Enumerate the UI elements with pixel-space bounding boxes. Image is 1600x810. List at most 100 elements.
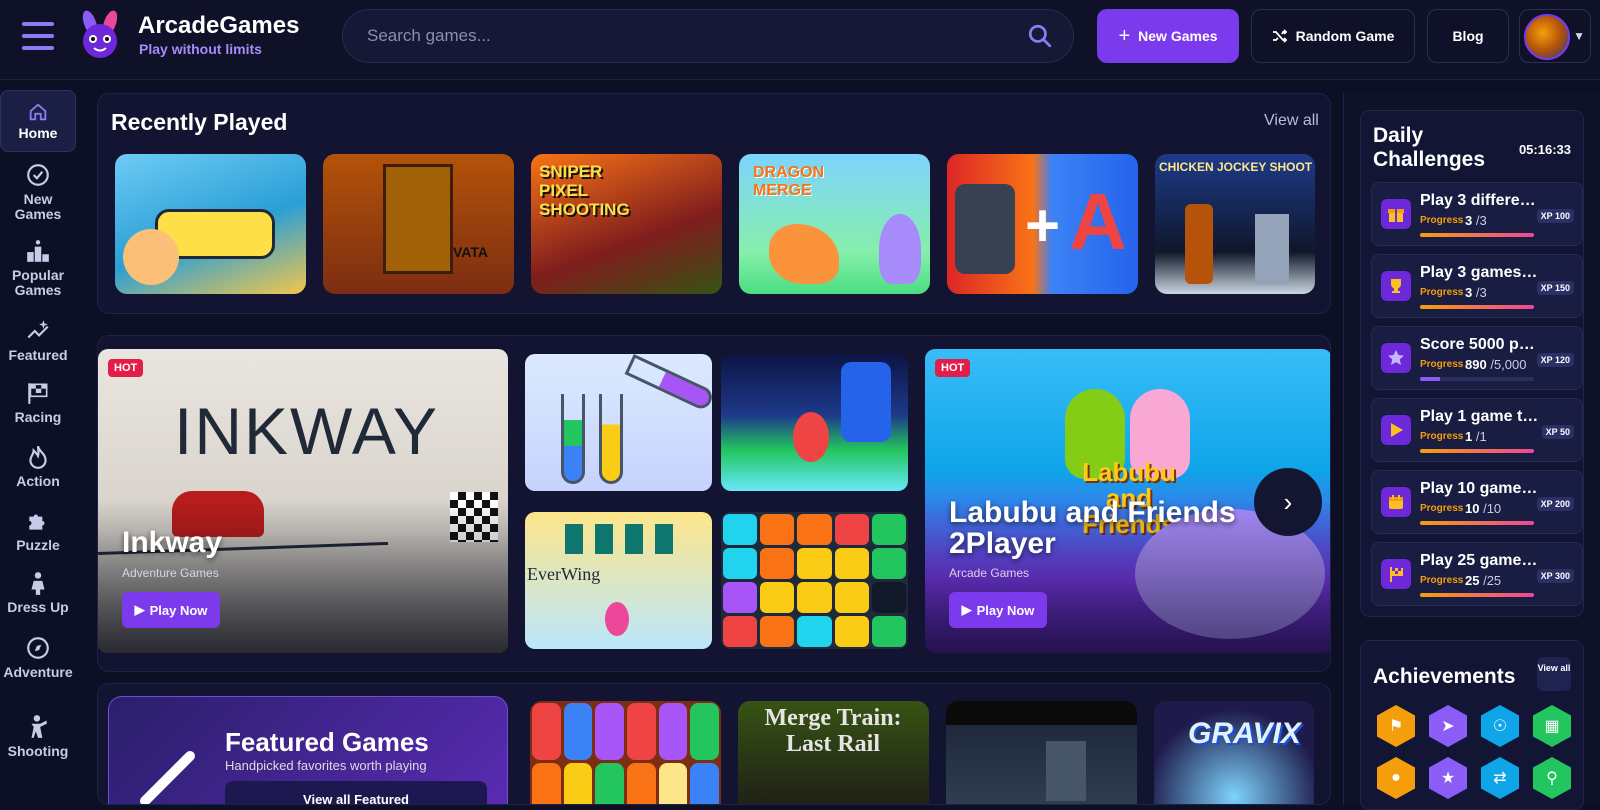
puzzle-icon (29, 514, 45, 530)
play-now-label: Play Now (149, 602, 208, 618)
game-thumbnail[interactable]: CHICKEN JOCKEY SHOOT TUNG TUNG SAHU (1155, 154, 1315, 294)
sidebar-item-new-games[interactable]: New Games (0, 162, 76, 222)
daily-challenges-title: Daily Challenges (1373, 124, 1486, 171)
carousel-next-button[interactable]: › (1254, 468, 1322, 536)
dragon-art (879, 214, 921, 284)
game-thumbnail[interactable] (115, 154, 306, 294)
thumbnail-text: CHICKEN JOCKEY SHOOT TUNG TUNG SAHU (1159, 160, 1315, 174)
search-icon[interactable] (1027, 23, 1053, 49)
achievement-badge[interactable]: ☉ (1481, 705, 1519, 747)
home-icon (29, 103, 47, 121)
character-art (1255, 214, 1289, 284)
sidebar-item-popular-games[interactable]: Popular Games (0, 238, 76, 298)
achievement-badge[interactable]: ⚲ (1533, 757, 1571, 799)
user-avatar-menu[interactable]: ▼ (1519, 9, 1591, 63)
search-input[interactable] (367, 10, 1007, 62)
challenge-progress-value: 25 /25 (1465, 573, 1501, 588)
achievement-badge[interactable]: ⇄ (1481, 757, 1519, 799)
game-thumbnail[interactable] (721, 512, 908, 649)
game-thumbnail[interactable] (530, 701, 721, 804)
game-thumbnail[interactable]: GRAVIX (1154, 701, 1314, 804)
daily-challenges-timer: 05:16:33 (1518, 142, 1571, 157)
game-thumbnail[interactable]: SNIPER PIXEL SHOOTING (531, 154, 722, 294)
hamburger-menu-icon[interactable] (22, 22, 54, 50)
challenge-item[interactable]: Play 1 game today Progress 1 /1 XP 50 (1371, 398, 1583, 462)
hero-game-category: Arcade Games (949, 566, 1030, 580)
achievement-badge[interactable]: ▦ (1533, 705, 1571, 747)
star-icon (1381, 343, 1411, 373)
game-thumbnail[interactable]: + A (947, 154, 1138, 294)
view-all-featured-button[interactable]: View all Featured (225, 781, 487, 804)
new-games-button[interactable]: + New Games (1097, 9, 1239, 63)
challenge-current: 25 (1465, 573, 1480, 588)
sidebar-label-popular-games: Popular Games (11, 267, 65, 298)
game-thumbnail[interactable]: VATA (323, 154, 514, 294)
game-thumbnail[interactable] (721, 354, 908, 491)
pouring-tube-art (624, 354, 712, 412)
random-game-button[interactable]: Random Game (1251, 9, 1415, 63)
compass-icon (27, 637, 49, 659)
sidebar-item-shooting[interactable]: Shooting (0, 714, 76, 759)
sidebar-item-featured[interactable]: Featured (0, 318, 76, 363)
thumbnail-text: VATA (453, 244, 488, 260)
challenge-total: /25 (1483, 573, 1502, 588)
game-thumbnail[interactable] (946, 701, 1137, 804)
challenge-item[interactable]: Play 3 games in a category Progress 3 /3… (1371, 254, 1583, 318)
game-thumbnail[interactable]: DRAGON MERGE (739, 154, 930, 294)
recently-played-view-all-link[interactable]: View all (1264, 112, 1319, 130)
challenge-title: Play 3 different games (1420, 192, 1540, 209)
play-now-button[interactable]: ▶ Play Now (122, 592, 220, 628)
game-thumbnail[interactable] (525, 354, 712, 491)
challenge-item[interactable]: Score 5000 points Progress 890 /5,000 XP… (1371, 326, 1583, 390)
sidebar-item-racing[interactable]: Racing (0, 380, 76, 425)
featured-section: Featured Games Handpicked favorites wort… (97, 683, 1331, 805)
thumbnail-text: GRAVIX (1188, 717, 1301, 750)
search-bar (342, 9, 1074, 63)
shooter-icon (31, 715, 47, 738)
avatar (1524, 14, 1570, 60)
recently-played-list: VATA SNIPER PIXEL SHOOTING DRAGON MERGE … (115, 154, 1315, 294)
challenge-item[interactable]: Play 10 games today Progress 10 /10 XP 2… (1371, 470, 1583, 534)
achievements-title: Achievements (1373, 665, 1516, 688)
daily-challenges-panel: Daily Challenges 05:16:33 Play 3 differe… (1360, 110, 1584, 617)
top-header: ArcadeGames Play without limits + New Ga… (0, 0, 1600, 80)
sidebar-item-puzzle[interactable]: Puzzle (0, 508, 76, 553)
achievements-view-all-button[interactable]: View all (1537, 657, 1571, 691)
thumbnail-text: Merge Train: Last Rail (764, 705, 902, 757)
sidebar-item-dress-up[interactable]: Dress Up (0, 570, 76, 615)
achievement-badge[interactable]: ★ (1429, 757, 1467, 799)
new-games-label: New Games (1138, 28, 1218, 44)
tube-art (599, 394, 623, 484)
sidebar-label-action: Action (16, 473, 60, 489)
sidebar-item-home[interactable]: Home (0, 90, 76, 152)
gamepad-icon: ● (1391, 769, 1401, 786)
achievement-badge[interactable]: ➤ (1429, 705, 1467, 747)
play-icon: ▶ (134, 602, 145, 617)
play-now-button[interactable]: ▶ Play Now (949, 592, 1047, 628)
game-thumbnail[interactable]: Merge Train: Last Rail (738, 701, 929, 804)
blue-monster-art (841, 362, 891, 442)
bunny-logo-icon[interactable] (72, 9, 128, 61)
challenge-item[interactable]: Play 3 different games Progress 3 /3 XP … (1371, 182, 1583, 246)
checkered-flag-icon (28, 383, 48, 404)
sidebar-item-action[interactable]: Action (0, 444, 76, 489)
thumbnail-text: EverWing (527, 564, 601, 584)
achievement-badge[interactable]: ● (1377, 757, 1415, 799)
challenge-current: 10 (1465, 501, 1480, 516)
hero-card-inkway[interactable]: HOT INKWAY Inkway Adventure Games ▶ Play … (98, 349, 508, 653)
challenge-progress-value: 890 /5,000 (1465, 357, 1526, 372)
inkway-art-title: INKWAY (174, 394, 440, 468)
challenge-item[interactable]: Play 25 games this week Progress 25 /25 … (1371, 542, 1583, 606)
challenge-progress-label: Progress (1420, 431, 1464, 442)
sidebar-item-adventure[interactable]: Adventure (0, 635, 76, 680)
brand-name[interactable]: ArcadeGames (138, 12, 299, 40)
hero-game-title: Inkway (122, 526, 223, 559)
game-thumbnail[interactable]: EverWing (525, 512, 712, 649)
blog-label: Blog (1452, 28, 1484, 44)
blog-button[interactable]: Blog (1427, 9, 1509, 63)
check-badge-icon (27, 164, 49, 186)
challenge-progress-label: Progress (1420, 359, 1464, 370)
rocket-icon: ➤ (1441, 718, 1455, 735)
monster-art (955, 184, 1015, 274)
achievement-badge[interactable]: ⚑ (1377, 705, 1415, 747)
